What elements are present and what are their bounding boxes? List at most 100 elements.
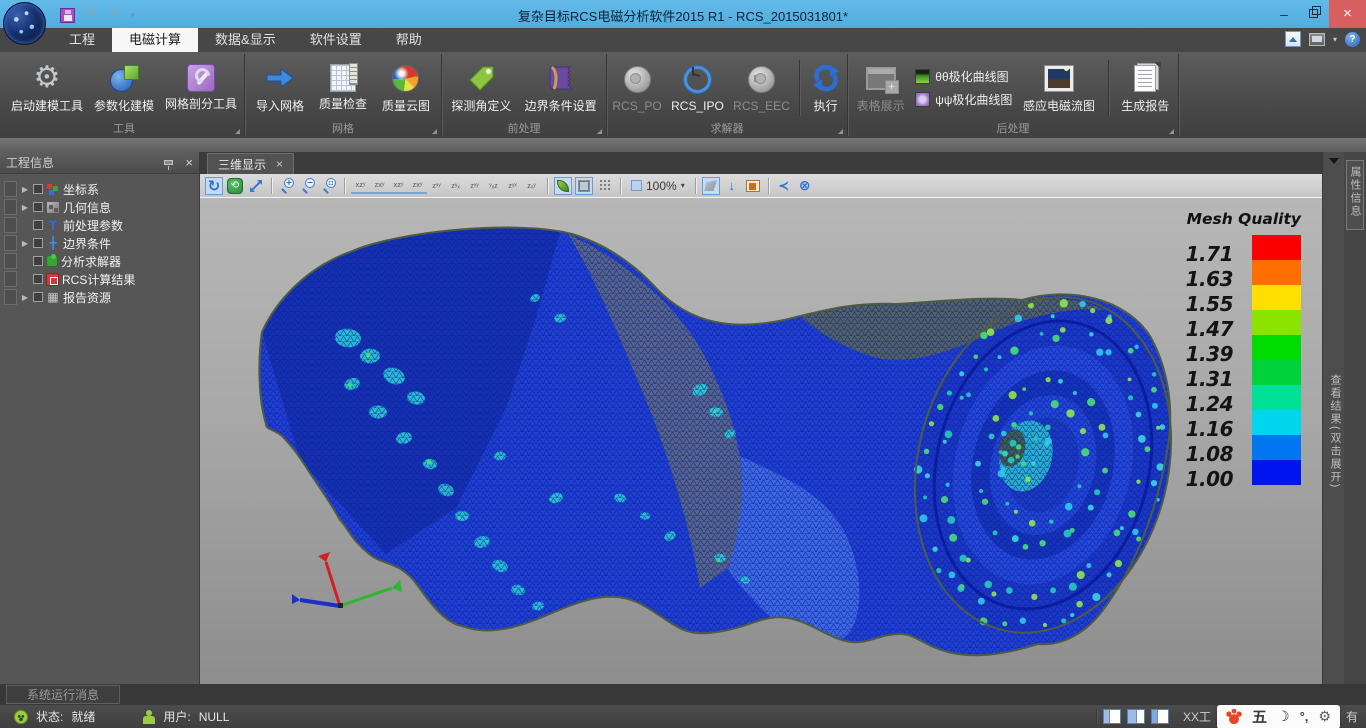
zoom-out-icon[interactable]: − <box>301 178 315 193</box>
tree-expander-icon[interactable]: ▶ <box>20 203 30 212</box>
clip-plane-icon[interactable] <box>704 180 717 191</box>
group-expander[interactable] <box>235 129 240 134</box>
view-preset-1-button[interactable]: zxʸ <box>370 178 389 194</box>
wireframe-view-icon[interactable] <box>578 180 590 192</box>
layout-wide-panel-icon[interactable] <box>1127 709 1145 724</box>
quality-cloud-map-button[interactable]: 质量云图 <box>378 60 434 116</box>
tree-checkbox[interactable] <box>33 220 43 230</box>
tab-3d-display[interactable]: 三维显示 × <box>207 153 294 174</box>
app-logo-icon[interactable] <box>3 2 46 45</box>
menu-tab-0[interactable]: 工程 <box>52 28 112 52</box>
export-image-icon[interactable] <box>746 180 760 192</box>
view-preset-2-button[interactable]: xzʸ <box>389 178 408 194</box>
table-display-button[interactable]: 表格展示 <box>853 60 909 116</box>
tree-expander-icon[interactable]: ▶ <box>20 293 30 302</box>
properties-tab[interactable]: 属性信息 <box>1346 160 1364 230</box>
view-preset-8-button[interactable]: zʸˣ <box>503 178 522 194</box>
view-preset-0-button[interactable]: xzʸ <box>351 178 370 194</box>
ime-moon-icon[interactable]: ☽ <box>1277 708 1290 725</box>
help-icon[interactable]: ? <box>1345 32 1360 47</box>
ui-style-dropdown-icon[interactable]: ▾ <box>1333 35 1337 44</box>
menu-tab-3[interactable]: 软件设置 <box>293 28 379 52</box>
layout-bottom-panel-icon[interactable] <box>1151 709 1169 724</box>
tree-checkbox[interactable] <box>33 256 43 266</box>
strip-dropdown-icon[interactable] <box>1329 158 1339 164</box>
system-messages-tab[interactable]: 系统运行消息 <box>6 685 120 704</box>
close-button[interactable]: × <box>1329 0 1366 28</box>
group-expander[interactable] <box>597 129 602 134</box>
detection-angle-button[interactable]: 探测角定义 <box>447 60 515 116</box>
view-preset-7-button[interactable]: ʸₓz <box>484 178 503 194</box>
rcs-eec-solver-button[interactable]: RCS_EEC <box>729 62 794 115</box>
tree-item-report-resources[interactable]: ▶▦报告资源 <box>0 288 199 306</box>
pin-icon[interactable] <box>164 160 173 165</box>
undo-icon[interactable]: ↶ <box>85 8 98 22</box>
ime-punctuation-icon[interactable]: °, <box>1300 709 1309 724</box>
clear-view-icon[interactable]: ⊗ <box>796 177 814 195</box>
view-preset-9-button[interactable]: zₓʸ <box>522 178 541 194</box>
ime-paw-icon[interactable] <box>1226 709 1242 724</box>
zoom-in-icon[interactable]: + <box>280 178 294 193</box>
collapse-ribbon-icon[interactable] <box>1285 31 1301 47</box>
tree-item-geometry-info[interactable]: ▶几何信息 <box>0 198 199 216</box>
redo-icon[interactable]: ↷ <box>108 8 121 22</box>
view-preset-5-button[interactable]: zʸₓ <box>446 178 465 194</box>
zoom-dropdown-icon[interactable]: ▾ <box>681 181 685 190</box>
theta-polarization-curve-button[interactable]: θθ极化曲线图 <box>913 67 1014 86</box>
tree-checkbox[interactable] <box>33 184 43 194</box>
tree-checkbox[interactable] <box>33 202 43 212</box>
points-view-icon[interactable] <box>599 179 612 192</box>
tree-item-boundary-conditions[interactable]: ▶╋边界条件 <box>0 234 199 252</box>
zoom-level-control[interactable]: 100% ▾ <box>627 179 689 193</box>
tree-expander-icon[interactable]: ▶ <box>20 239 30 248</box>
zoom-fit-icon[interactable]: ▫ <box>322 178 336 193</box>
launch-modeling-tool-button[interactable]: ⚙ 启动建模工具 <box>7 60 87 116</box>
refresh-view-icon[interactable]: ⟲ <box>227 178 243 194</box>
tree-item-coordinate-system[interactable]: ▶坐标系 <box>0 180 199 198</box>
quick-access-dropdown-icon[interactable]: ▾ <box>130 10 135 21</box>
tree-item-rcs-results[interactable]: RCS计算结果 <box>0 270 199 288</box>
tree-checkbox[interactable] <box>33 292 43 302</box>
layout-left-panel-icon[interactable] <box>1103 709 1121 724</box>
menu-tab-2[interactable]: 数据&显示 <box>198 28 293 52</box>
ime-gear-icon[interactable]: ⚙ <box>1318 708 1331 725</box>
group-expander[interactable] <box>432 129 437 134</box>
generate-report-button[interactable]: 生成报告 <box>1117 60 1173 116</box>
rcs-ipo-solver-button[interactable]: RCS_IPO <box>667 62 728 115</box>
close-tab-icon[interactable]: × <box>276 158 283 170</box>
quality-check-button[interactable]: 质量检查 <box>315 62 371 114</box>
view-results-tab[interactable]: 查看结果(双击展开) <box>1327 374 1343 489</box>
tree-item-analysis-solver[interactable]: 分析求解器 <box>0 252 199 270</box>
group-expander[interactable] <box>1169 129 1174 134</box>
menu-tab-4[interactable]: 帮助 <box>379 28 439 52</box>
view-preset-4-button[interactable]: zˣʸ <box>427 178 446 194</box>
restore-button[interactable] <box>1299 3 1329 25</box>
flow-icon[interactable]: ≺ <box>775 177 793 195</box>
shaded-view-icon[interactable] <box>557 180 569 192</box>
tree-checkbox[interactable] <box>33 274 43 284</box>
viewport-3d[interactable]: Mesh Quality 1.711.631.551.471.391.311.2… <box>200 198 1322 684</box>
import-mesh-button[interactable]: 导入网格 <box>252 60 308 116</box>
parametric-modeling-button[interactable]: 参数化建模 <box>90 60 158 116</box>
mesh-partition-tool-button[interactable]: 网格剖分工具 <box>161 62 241 114</box>
group-expander[interactable] <box>838 129 843 134</box>
save-icon[interactable] <box>60 8 75 23</box>
minimize-button[interactable]: – <box>1269 3 1299 25</box>
ime-wubi-icon[interactable]: 五 <box>1252 706 1267 727</box>
tree-item-preprocess-params[interactable]: T前处理参数 <box>0 216 199 234</box>
ui-style-icon[interactable] <box>1309 33 1325 46</box>
rcs-po-solver-button[interactable]: RCS_PO <box>608 62 665 115</box>
view-preset-3-button[interactable]: zxʸ <box>408 178 427 194</box>
execute-button[interactable]: 执行 <box>806 60 846 116</box>
view-preset-6-button[interactable]: zˣʸ <box>465 178 484 194</box>
tree-checkbox[interactable] <box>33 238 43 248</box>
arrow-down-icon[interactable]: ↓ <box>723 177 741 195</box>
close-panel-icon[interactable]: × <box>185 157 193 169</box>
boundary-condition-settings-button[interactable]: 边界条件设置 <box>521 60 601 116</box>
rotate-view-icon[interactable]: ↻ <box>205 177 223 195</box>
tree-expander-icon[interactable]: ▶ <box>20 185 30 194</box>
psi-polarization-curve-button[interactable]: ψψ极化曲线图 <box>913 90 1014 109</box>
induced-current-map-button[interactable]: 感应电磁流图 <box>1019 60 1099 116</box>
menu-tab-1[interactable]: 电磁计算 <box>112 28 198 52</box>
pan-view-icon[interactable] <box>247 177 265 195</box>
